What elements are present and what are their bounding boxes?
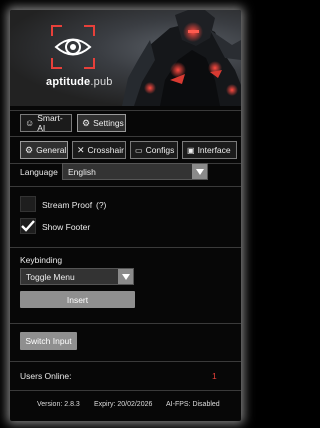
stream-proof-label: Stream Proof <box>42 200 93 210</box>
crosshair-icon: ✕ <box>77 144 85 155</box>
users-online-count: 1 <box>212 371 217 381</box>
chevron-down-icon <box>192 164 207 179</box>
tab-settings[interactable]: ⚙ Settings <box>77 114 126 132</box>
language-label: Language <box>20 167 58 177</box>
header-banner: aptitude.pub <box>10 10 241 106</box>
eye-logo-icon <box>51 25 95 69</box>
character-artwork <box>122 10 241 106</box>
language-dropdown[interactable]: English <box>62 163 208 180</box>
language-value: English <box>68 166 96 177</box>
divider <box>10 110 241 111</box>
divider <box>10 361 241 362</box>
tab-configs[interactable]: ▭ Configs <box>130 141 178 159</box>
tab-interface[interactable]: ▣ Interface <box>182 141 237 159</box>
brand-logo-text: aptitude.pub <box>46 76 113 88</box>
app-window: aptitude.pub ☺ Smart-AI ⚙ Settings ⚙ Gen… <box>10 10 241 421</box>
window-icon: ▣ <box>187 145 195 155</box>
keybinding-value: Toggle Menu <box>26 271 75 282</box>
stream-proof-checkbox[interactable] <box>20 196 36 212</box>
ai-fps-text: AI-FPS: Disabled <box>166 401 220 408</box>
divider <box>10 390 241 391</box>
chevron-down-icon <box>118 269 133 284</box>
expiry-text: Expiry: 20/02/2026 <box>94 401 153 408</box>
divider <box>10 186 241 187</box>
folder-icon: ▭ <box>135 145 143 155</box>
brain-icon: ☺ <box>25 118 35 128</box>
switch-input-button[interactable]: Switch Input <box>20 332 77 350</box>
tab-general[interactable]: ⚙ General <box>20 141 68 159</box>
version-text: Version: 2.8.3 <box>37 401 80 408</box>
gear-icon: ⚙ <box>25 144 34 155</box>
users-online-label: Users Online: <box>20 371 72 381</box>
keybinding-label: Keybinding <box>20 255 63 265</box>
tab-smart-ai[interactable]: ☺ Smart-AI <box>20 113 72 133</box>
tab-crosshair[interactable]: ✕ Crosshair <box>72 141 126 159</box>
insert-button[interactable]: Insert <box>20 291 135 308</box>
show-footer-checkbox[interactable] <box>20 218 36 234</box>
checkmark-icon <box>21 220 35 232</box>
keybinding-dropdown[interactable]: Toggle Menu <box>20 268 134 285</box>
gear-icon: ⚙ <box>82 117 91 128</box>
divider <box>10 247 241 248</box>
divider <box>10 323 241 324</box>
show-footer-label: Show Footer <box>42 222 91 232</box>
help-tooltip[interactable]: (?) <box>96 200 106 210</box>
divider <box>10 136 241 137</box>
